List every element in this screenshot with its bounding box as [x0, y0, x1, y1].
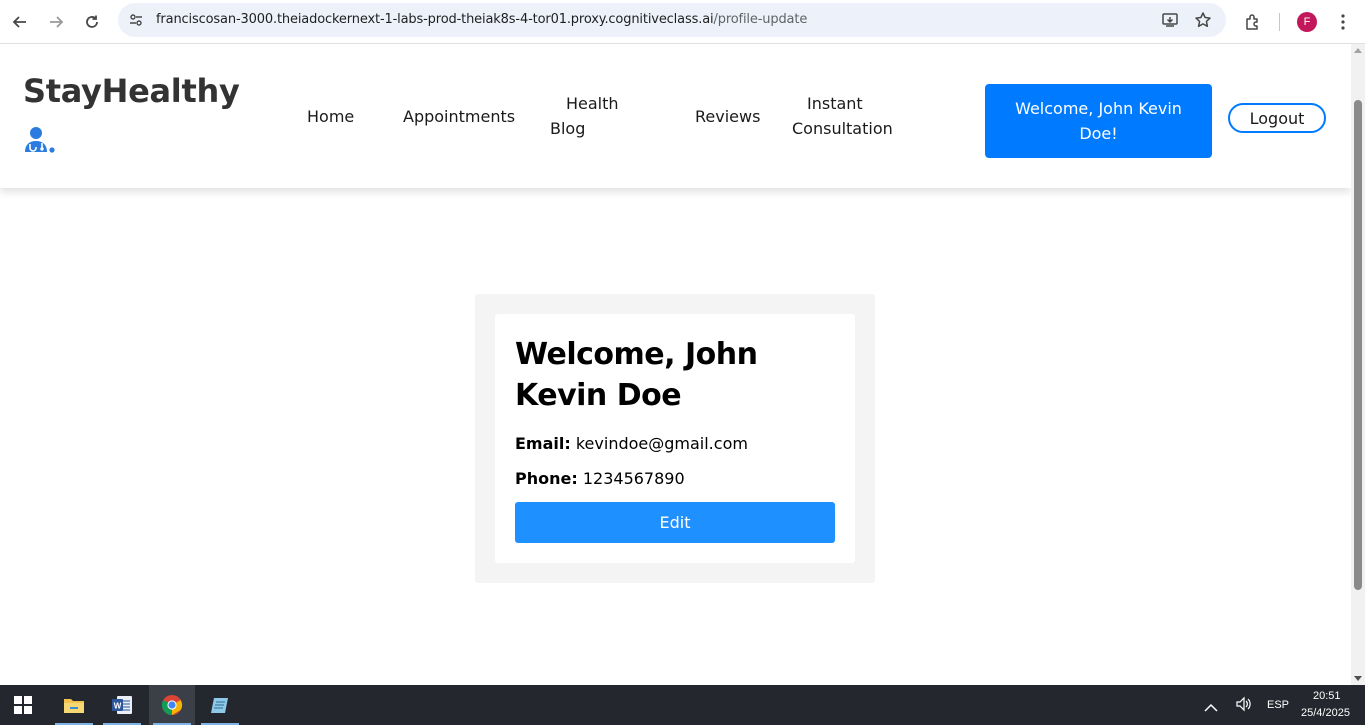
- nav-appointments[interactable]: Appointments: [403, 104, 515, 129]
- phone-label: Phone:: [515, 469, 578, 488]
- profile-welcome-title: Welcome, John Kevin Doe: [515, 337, 758, 413]
- clock-date[interactable]: 25/4/2025: [1301, 707, 1350, 719]
- word-icon[interactable]: W: [99, 685, 145, 725]
- input-language[interactable]: ESP: [1267, 699, 1289, 711]
- clock-time[interactable]: 20:51: [1313, 690, 1341, 702]
- welcome-line1: Welcome, John Kevin: [1015, 99, 1182, 118]
- volume-icon[interactable]: [1235, 696, 1253, 716]
- back-icon[interactable]: [6, 8, 34, 36]
- url-host: franciscosan-3000.theiadockernext-1-labs…: [156, 12, 714, 27]
- address-bar[interactable]: franciscosan-3000.theiadockernext-1-labs…: [118, 3, 1226, 37]
- forward-icon[interactable]: [42, 8, 70, 36]
- chrome-icon[interactable]: [149, 685, 195, 725]
- nav-instant-line1: Instant: [807, 94, 863, 113]
- windows-taskbar: W ESP 20:51 25/4/2025: [0, 685, 1365, 725]
- logout-button[interactable]: Logout: [1228, 103, 1326, 133]
- page-viewport: StayHealthy Home Appointments Health Blo…: [0, 44, 1351, 685]
- svg-text:W: W: [114, 702, 122, 711]
- file-explorer-icon[interactable]: [51, 685, 97, 725]
- nav-reviews[interactable]: Reviews: [695, 104, 760, 129]
- page-scrollbar[interactable]: [1351, 44, 1365, 685]
- url-path: /profile-update: [713, 12, 808, 27]
- email-label: Email:: [515, 434, 571, 453]
- welcome-line2: Doe!: [1079, 124, 1118, 143]
- scroll-down-arrow-icon[interactable]: [1354, 676, 1362, 681]
- toolbar-separator: [1279, 13, 1280, 31]
- notepad-icon[interactable]: [197, 685, 243, 725]
- profile-phone-row: Phone: 1234567890: [515, 469, 685, 488]
- nav-instant-line2: Consultation: [792, 119, 893, 138]
- site-settings-icon[interactable]: [126, 10, 146, 30]
- profile-card-container: Welcome, John Kevin Doe Email: kevindoe@…: [475, 294, 875, 583]
- scroll-thumb[interactable]: [1354, 100, 1362, 590]
- avatar: F: [1297, 12, 1317, 32]
- email-value: kevindoe@gmail.com: [575, 434, 748, 453]
- scroll-up-arrow-icon[interactable]: [1354, 48, 1362, 53]
- extensions-icon[interactable]: [1239, 8, 1267, 36]
- bookmark-star-icon[interactable]: [1193, 10, 1213, 30]
- nav-instant-consultation[interactable]: Instant Consultation: [792, 91, 912, 141]
- site-navbar: StayHealthy Home Appointments Health Blo…: [0, 44, 1351, 188]
- nav-health-blog-line1: Health: [566, 94, 619, 113]
- nav-health-blog[interactable]: Health Blog: [550, 91, 640, 141]
- profile-card: Welcome, John Kevin Doe Email: kevindoe@…: [495, 314, 855, 563]
- doctor-icon: [22, 126, 58, 156]
- profile-email-row: Email: kevindoe@gmail.com: [515, 434, 748, 453]
- nav-home[interactable]: Home: [307, 104, 354, 129]
- menu-dots-icon[interactable]: [1329, 8, 1357, 36]
- welcome-user-button[interactable]: Welcome, John Kevin Doe!: [985, 84, 1212, 158]
- edit-profile-button[interactable]: Edit: [515, 502, 835, 543]
- install-app-icon[interactable]: [1160, 10, 1180, 30]
- url-text: franciscosan-3000.theiadockernext-1-labs…: [156, 12, 807, 27]
- windows-start-icon[interactable]: [0, 685, 46, 725]
- tray-overflow-chevron-icon[interactable]: [1204, 698, 1218, 717]
- profile-button[interactable]: F: [1293, 8, 1321, 36]
- brand-logo-text[interactable]: StayHealthy: [23, 72, 240, 110]
- phone-value: 1234567890: [582, 469, 685, 488]
- browser-toolbar: franciscosan-3000.theiadockernext-1-labs…: [0, 0, 1365, 44]
- reload-icon[interactable]: [78, 8, 106, 36]
- nav-health-blog-line2: Blog: [550, 119, 586, 138]
